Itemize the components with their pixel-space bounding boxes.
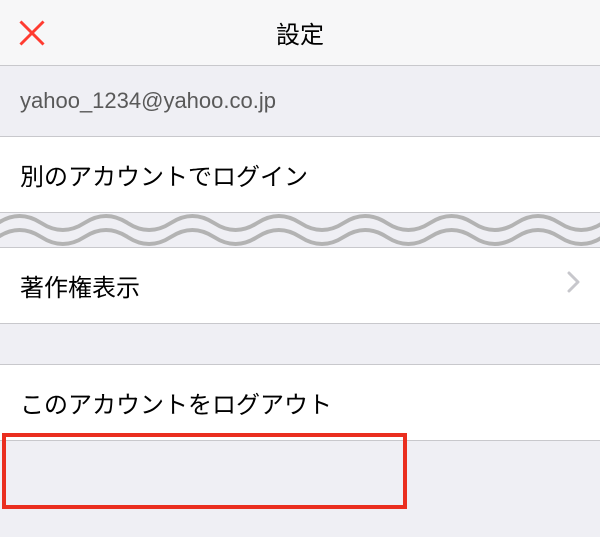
content-break-divider	[0, 213, 600, 247]
login-other-account-row[interactable]: 別のアカウントでログイン	[0, 136, 600, 213]
account-email-label: yahoo_1234@yahoo.co.jp	[0, 66, 600, 136]
section-spacer	[0, 324, 600, 364]
copyright-label: 著作権表示	[20, 268, 140, 303]
header: 設定	[0, 0, 600, 66]
copyright-row[interactable]: 著作権表示	[0, 247, 600, 324]
login-other-label: 別のアカウントでログイン	[20, 157, 308, 192]
close-icon[interactable]	[18, 19, 46, 47]
logout-label: このアカウントをログアウト	[20, 385, 332, 420]
annotation-highlight-box	[2, 433, 407, 509]
page-title: 設定	[276, 15, 324, 50]
logout-row[interactable]: このアカウントをログアウト	[0, 364, 600, 441]
chevron-right-icon	[567, 271, 580, 300]
